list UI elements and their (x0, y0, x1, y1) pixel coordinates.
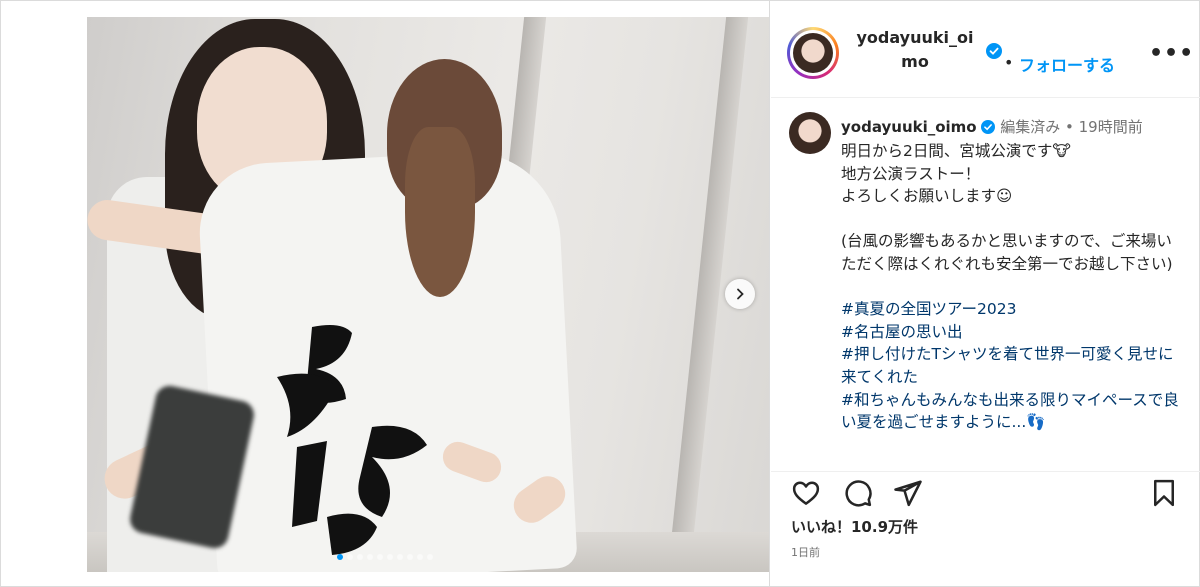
post-frame: yodayuuki_oimo • フォローする ••• yodayuuki_oi… (0, 0, 1200, 587)
post-media (1, 1, 770, 586)
bookmark-icon[interactable] (1149, 478, 1179, 508)
carousel-dot (357, 554, 363, 560)
chevron-right-icon (737, 288, 744, 300)
post-date: 1日前 (791, 546, 820, 559)
caption-line: (台風の影響もあるかと思いますので、ご来場いただく際はくれぐれも安全第一でお越し… (841, 232, 1173, 273)
edited-label: 編集済み (1000, 118, 1061, 136)
shirt-brush-lettering (277, 325, 427, 555)
carousel-dot (397, 554, 403, 560)
header-username[interactable]: yodayuuki_oimo (855, 26, 975, 74)
carousel-dot (387, 554, 393, 560)
caption-line: 明日から2日間、宮城公演です🐮 (841, 142, 1071, 160)
caption-header: yodayuuki_oimo 編集済み • 19時間前 (841, 116, 1143, 137)
carousel-dot (337, 554, 343, 560)
post-side-panel: yodayuuki_oimo • フォローする ••• yodayuuki_oi… (771, 1, 1200, 586)
carousel-dot (377, 554, 383, 560)
avatar[interactable] (789, 112, 831, 154)
share-icon[interactable] (893, 478, 923, 508)
post-photo[interactable] (87, 17, 769, 572)
caption-text: 明日から2日間、宮城公演です🐮 地方公演ラストー！ よろしくお願いします☺ (台… (841, 140, 1186, 434)
person-b-ponytail (405, 127, 475, 297)
hashtag-link[interactable]: #和ちゃんもみんなも出来る限りマイペースで良い夏を過ごせますように...👣 (841, 389, 1186, 434)
caption-line (841, 276, 1186, 299)
carousel-dot (407, 554, 413, 560)
carousel-dot (347, 554, 353, 560)
follow-button[interactable]: フォローする (1019, 52, 1115, 76)
hashtag-link[interactable]: #名古屋の思い出 (841, 321, 1186, 344)
verified-badge-icon (981, 120, 996, 134)
meta-dot: • (1064, 118, 1074, 136)
carousel-dot (367, 554, 373, 560)
carousel-next-button[interactable] (725, 279, 755, 309)
caption-section: yodayuuki_oimo 編集済み • 19時間前 明日から2日間、宮城公演… (771, 98, 1200, 460)
carousel-dot (427, 554, 433, 560)
comment-icon[interactable] (843, 478, 873, 508)
heart-icon[interactable] (791, 478, 821, 508)
more-icon[interactable]: ••• (1149, 41, 1194, 66)
like-count[interactable]: いいね！10.9万件 (791, 516, 918, 537)
post-header: yodayuuki_oimo • フォローする ••• (771, 1, 1200, 98)
avatar[interactable] (787, 27, 839, 79)
verified-badge-icon (986, 43, 1002, 59)
action-bar (771, 471, 1200, 512)
profile-picture (793, 33, 833, 73)
caption-line: よろしくお願いします☺ (841, 187, 1013, 206)
hashtag-link[interactable]: #真夏の全国ツアー2023 (841, 298, 1186, 321)
caption-line (841, 208, 1186, 231)
header-separator: • (1004, 53, 1014, 72)
hashtag-link[interactable]: #押し付けたTシャツを着て世界一可愛く見せに来てくれた (841, 343, 1186, 388)
post-time[interactable]: 19時間前 (1079, 118, 1143, 136)
carousel-indicator (1, 554, 769, 560)
caption-line: 地方公演ラストー！ (841, 164, 981, 183)
carousel-dot (417, 554, 423, 560)
caption-username[interactable]: yodayuuki_oimo (841, 118, 977, 136)
